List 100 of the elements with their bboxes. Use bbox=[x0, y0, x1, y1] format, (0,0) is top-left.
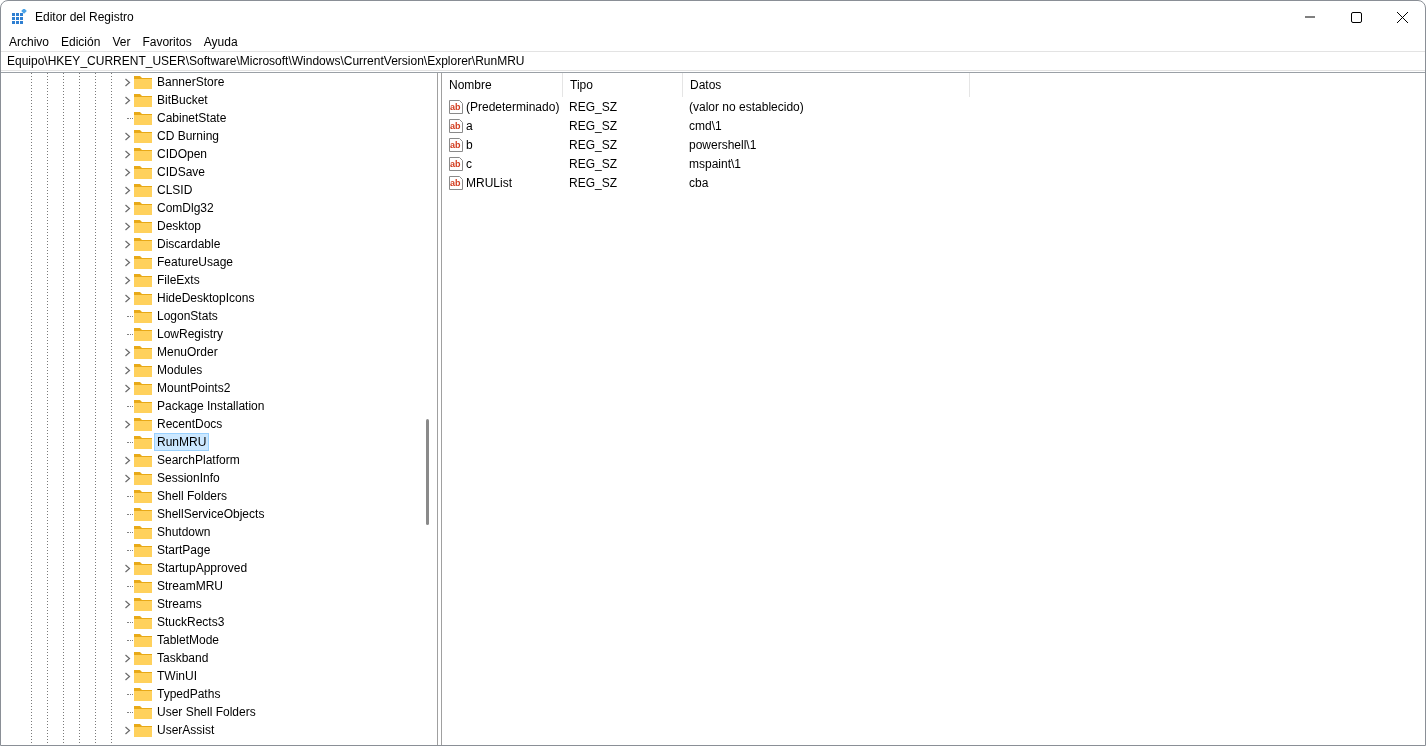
tree-item[interactable]: SearchPlatform bbox=[155, 452, 242, 468]
expand-chevron-icon[interactable] bbox=[122, 184, 133, 196]
tree-item[interactable]: ComDlg32 bbox=[155, 200, 216, 216]
tree-item[interactable]: CLSID bbox=[155, 182, 195, 198]
expand-chevron-icon[interactable] bbox=[122, 418, 133, 430]
expand-chevron-icon[interactable] bbox=[122, 94, 133, 106]
menu-item[interactable]: Ver bbox=[106, 34, 137, 50]
folder-icon bbox=[134, 525, 152, 539]
menu-item[interactable]: Favoritos bbox=[136, 34, 198, 50]
expand-chevron-icon[interactable] bbox=[122, 364, 133, 376]
tree-item[interactable]: StuckRects3 bbox=[155, 614, 227, 630]
app-icon bbox=[11, 9, 27, 25]
tree-item[interactable]: StartupApproved bbox=[155, 560, 250, 576]
table-cell-text: (valor no establecido) bbox=[688, 98, 805, 116]
expand-chevron-icon[interactable] bbox=[122, 238, 133, 250]
address-bar[interactable]: Equipo\HKEY_CURRENT_USER\Software\Microsoft\Windows\CurrentVersion\Explorer\RunMRU bbox=[1, 51, 1425, 71]
column-header[interactable]: Datos bbox=[683, 73, 970, 97]
folder-icon bbox=[134, 615, 152, 629]
folder-icon bbox=[134, 75, 152, 89]
tree-item[interactable]: CIDOpen bbox=[155, 146, 210, 162]
table-cell[interactable]: MRUList bbox=[466, 173, 512, 192]
tree-item[interactable]: FeatureUsage bbox=[155, 254, 236, 270]
folder-icon bbox=[134, 93, 152, 107]
expand-chevron-icon[interactable] bbox=[122, 166, 133, 178]
expand-chevron-icon[interactable] bbox=[122, 454, 133, 466]
tree-item[interactable]: Taskband bbox=[155, 650, 211, 666]
tree-item[interactable]: RecentDocs bbox=[155, 416, 225, 432]
folder-icon bbox=[134, 183, 152, 197]
expand-chevron-icon[interactable] bbox=[122, 274, 133, 286]
expand-chevron-icon[interactable] bbox=[122, 292, 133, 304]
folder-icon bbox=[134, 399, 152, 413]
tree-item[interactable]: Discardable bbox=[155, 236, 223, 252]
folder-icon bbox=[134, 543, 152, 557]
expand-chevron-icon[interactable] bbox=[122, 598, 133, 610]
tree-item[interactable]: LowRegistry bbox=[155, 326, 226, 342]
expand-chevron-icon[interactable] bbox=[122, 148, 133, 160]
tree-item[interactable]: TabletMode bbox=[155, 632, 222, 648]
expand-chevron-icon[interactable] bbox=[122, 130, 133, 142]
scrollbar-thumb[interactable] bbox=[426, 419, 429, 525]
expand-chevron-icon[interactable] bbox=[122, 346, 133, 358]
menu-item[interactable]: Ayuda bbox=[197, 34, 244, 50]
tree-item[interactable]: ShellServiceObjects bbox=[155, 506, 267, 522]
folder-icon bbox=[134, 507, 152, 521]
tree-item[interactable]: StreamMRU bbox=[155, 578, 225, 594]
tree-item[interactable]: BannerStore bbox=[155, 74, 227, 90]
table-cell[interactable]: a bbox=[466, 116, 473, 135]
tree-item[interactable]: Modules bbox=[155, 362, 205, 378]
expand-chevron-icon[interactable] bbox=[122, 382, 133, 394]
tree-item[interactable]: Streams bbox=[155, 596, 204, 612]
folder-icon bbox=[134, 651, 152, 665]
tree-item[interactable]: SessionInfo bbox=[155, 470, 222, 486]
expand-chevron-icon[interactable] bbox=[122, 202, 133, 214]
string-value-icon: ab bbox=[448, 98, 464, 115]
expand-chevron-icon[interactable] bbox=[122, 724, 133, 736]
tree-item[interactable]: StartPage bbox=[155, 542, 213, 558]
close-icon bbox=[1396, 11, 1408, 23]
maximize-icon bbox=[1350, 11, 1362, 23]
folder-icon bbox=[134, 435, 152, 449]
tree-item[interactable]: User Shell Folders bbox=[155, 704, 258, 720]
column-header[interactable]: Tipo bbox=[563, 73, 683, 97]
column-header[interactable]: Nombre bbox=[442, 73, 563, 97]
menu-item[interactable]: Archivo bbox=[3, 34, 55, 50]
expand-chevron-icon[interactable] bbox=[122, 220, 133, 232]
tree-item[interactable]: MountPoints2 bbox=[155, 380, 233, 396]
folder-icon bbox=[134, 111, 152, 125]
expand-chevron-icon[interactable] bbox=[122, 652, 133, 664]
expand-chevron-icon[interactable] bbox=[122, 562, 133, 574]
menu-item[interactable]: Edición bbox=[55, 34, 107, 50]
tree-item[interactable]: RunMRU bbox=[155, 434, 209, 450]
tree-item[interactable]: Shutdown bbox=[155, 524, 213, 540]
table-cell-text: REG_SZ bbox=[568, 174, 618, 192]
expand-chevron-icon[interactable] bbox=[122, 670, 133, 682]
table-cell[interactable]: b bbox=[466, 135, 473, 154]
table-cell-text: cba bbox=[688, 174, 710, 192]
tree-item[interactable]: Package Installation bbox=[155, 398, 267, 414]
tree-item[interactable]: UserAssist bbox=[155, 722, 217, 738]
folder-icon bbox=[134, 363, 152, 377]
tree-item[interactable]: FileExts bbox=[155, 272, 202, 288]
tree-item[interactable]: LogonStats bbox=[155, 308, 220, 324]
tree-item[interactable]: HideDesktopIcons bbox=[155, 290, 257, 306]
tree-item[interactable]: CabinetState bbox=[155, 110, 229, 126]
tree-item[interactable]: BitBucket bbox=[155, 92, 210, 108]
expand-chevron-icon[interactable] bbox=[122, 256, 133, 268]
folder-icon bbox=[134, 381, 152, 395]
tree-item[interactable]: Desktop bbox=[155, 218, 204, 234]
tree-item[interactable]: TypedPaths bbox=[155, 686, 223, 702]
tree-item[interactable]: TWinUI bbox=[155, 668, 199, 684]
table-cell[interactable]: c bbox=[466, 154, 472, 173]
expand-chevron-icon[interactable] bbox=[122, 76, 133, 88]
tree-item[interactable]: CD Burning bbox=[155, 128, 222, 144]
folder-icon bbox=[134, 561, 152, 575]
folder-icon bbox=[134, 255, 152, 269]
table-cell[interactable]: (Predeterminado) bbox=[466, 97, 560, 116]
tree-item[interactable]: Shell Folders bbox=[155, 488, 230, 504]
folder-icon bbox=[134, 309, 152, 323]
tree-item[interactable]: MenuOrder bbox=[155, 344, 220, 360]
folder-icon bbox=[134, 165, 152, 179]
expand-chevron-icon[interactable] bbox=[122, 472, 133, 484]
folder-icon bbox=[134, 633, 152, 647]
tree-item[interactable]: CIDSave bbox=[155, 164, 208, 180]
